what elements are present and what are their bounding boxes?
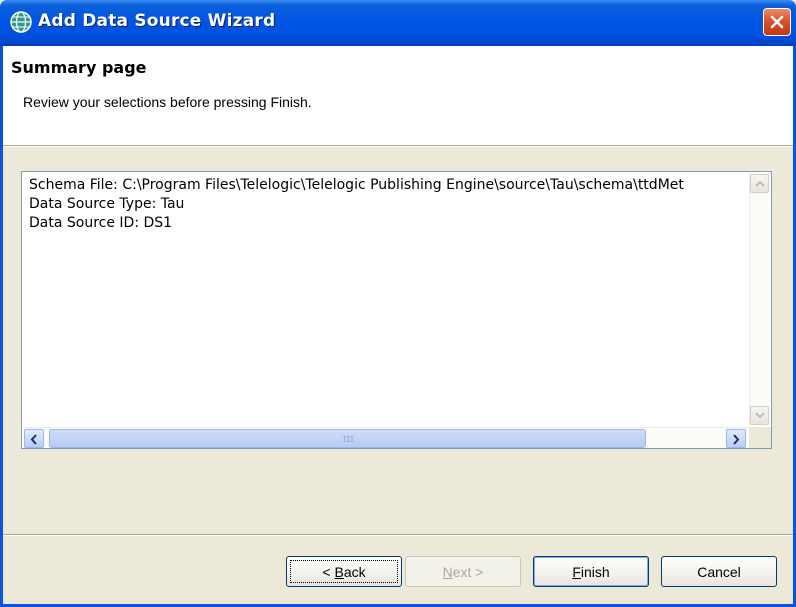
page-description: Review your selections before pressing F…: [23, 94, 312, 110]
summary-line-data-source-id: Data Source ID: DS1: [29, 215, 173, 231]
scroll-up-button[interactable]: [750, 174, 769, 193]
wizard-header: Summary page Review your selections befo…: [3, 46, 793, 145]
chevron-left-icon: [30, 434, 37, 445]
back-button-label: < Back: [322, 564, 366, 580]
scroll-right-button[interactable]: [726, 429, 746, 448]
scroll-thumb-grip: III: [342, 435, 354, 444]
title-bar[interactable]: Add Data Source Wizard: [0, 0, 796, 46]
cancel-button[interactable]: Cancel: [661, 556, 777, 587]
close-icon: [770, 15, 784, 29]
summary-textarea[interactable]: Schema File: C:\Program Files\Telelogic\…: [21, 171, 772, 449]
window-title: Add Data Source Wizard: [38, 11, 276, 31]
chevron-right-icon: [733, 434, 740, 445]
horizontal-scrollbar[interactable]: III: [23, 427, 749, 448]
scroll-down-button[interactable]: [750, 406, 769, 425]
globe-icon: [10, 11, 32, 33]
button-bar-divider-highlight: [3, 535, 793, 536]
page-title: Summary page: [11, 58, 147, 77]
finish-button-label: Finish: [572, 564, 610, 580]
vertical-scrollbar[interactable]: [749, 173, 770, 426]
chevron-down-icon: [755, 412, 765, 419]
next-button[interactable]: Next >: [405, 556, 521, 587]
chevron-up-icon: [755, 180, 765, 187]
summary-line-schema-file: Schema File: C:\Program Files\Telelogic\…: [29, 177, 684, 193]
summary-content[interactable]: Schema File: C:\Program Files\Telelogic\…: [29, 176, 741, 426]
wizard-window: Add Data Source Wizard Summary page Revi…: [0, 0, 796, 607]
summary-line-data-source-type: Data Source Type: Tau: [29, 196, 185, 212]
scroll-left-button[interactable]: [24, 429, 44, 448]
finish-button[interactable]: Finish: [533, 556, 649, 587]
next-button-label: Next >: [442, 564, 484, 580]
close-button[interactable]: [763, 8, 791, 36]
horizontal-scroll-thumb[interactable]: III: [49, 429, 646, 448]
scrollbar-corner: [749, 427, 771, 448]
header-divider-highlight: [3, 146, 793, 147]
back-button[interactable]: < Back: [286, 556, 402, 587]
cancel-button-label: Cancel: [697, 564, 741, 580]
